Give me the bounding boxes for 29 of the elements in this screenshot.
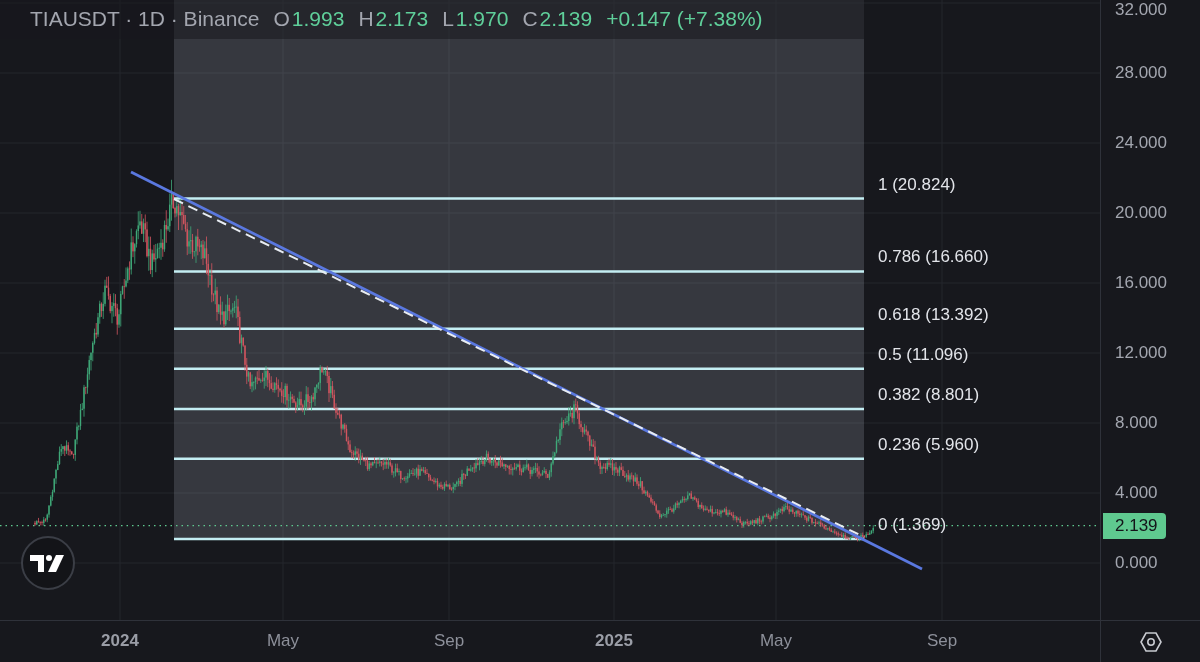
symbol-title: TIAUSDT · 1D · Binance bbox=[30, 7, 260, 31]
ohlc-value: H2.173 bbox=[358, 7, 429, 31]
price-axis-label: 24.000 bbox=[1115, 133, 1167, 153]
ohlc-value: C2.139 bbox=[522, 7, 593, 31]
time-axis-label: 2024 bbox=[101, 631, 139, 651]
last-price-badge: 2.139 bbox=[1103, 512, 1166, 539]
ohlc-value: L1.970 bbox=[442, 7, 509, 31]
price-axis-label: 16.000 bbox=[1115, 273, 1167, 293]
time-axis-label: 2025 bbox=[595, 631, 633, 651]
price-axis-label: 12.000 bbox=[1115, 343, 1167, 363]
fib-level-label: 0.618 (13.392) bbox=[878, 304, 989, 324]
ohlc-value: O1.993 bbox=[273, 7, 345, 31]
time-axis-label: Sep bbox=[926, 631, 958, 651]
price-change: +0.147 (+7.38%) bbox=[606, 7, 763, 31]
fib-level-label: 0 (1.369) bbox=[878, 515, 947, 535]
price-axis-label: 20.000 bbox=[1115, 203, 1167, 223]
fib-level-label: 0.382 (8.801) bbox=[878, 385, 980, 404]
fib-level-label: 0.236 (5.960) bbox=[878, 434, 980, 454]
fib-level-label: 0.786 (16.660) bbox=[878, 247, 989, 267]
price-axis-label: 0.000 bbox=[1115, 553, 1158, 573]
fib-level-label: 0.5 (11.096) bbox=[878, 344, 969, 364]
price-axis-label: 8.000 bbox=[1115, 413, 1158, 433]
price-axis-label: 32.000 bbox=[1115, 0, 1167, 20]
price-axis-label: 28.000 bbox=[1115, 63, 1167, 83]
time-axis-label: Sep bbox=[433, 631, 465, 651]
time-axis-label: May bbox=[759, 631, 793, 651]
fib-level-label: 1 (20.824) bbox=[878, 174, 956, 194]
time-axis-label: May bbox=[266, 631, 300, 651]
price-axis-label: 4.000 bbox=[1115, 483, 1158, 503]
